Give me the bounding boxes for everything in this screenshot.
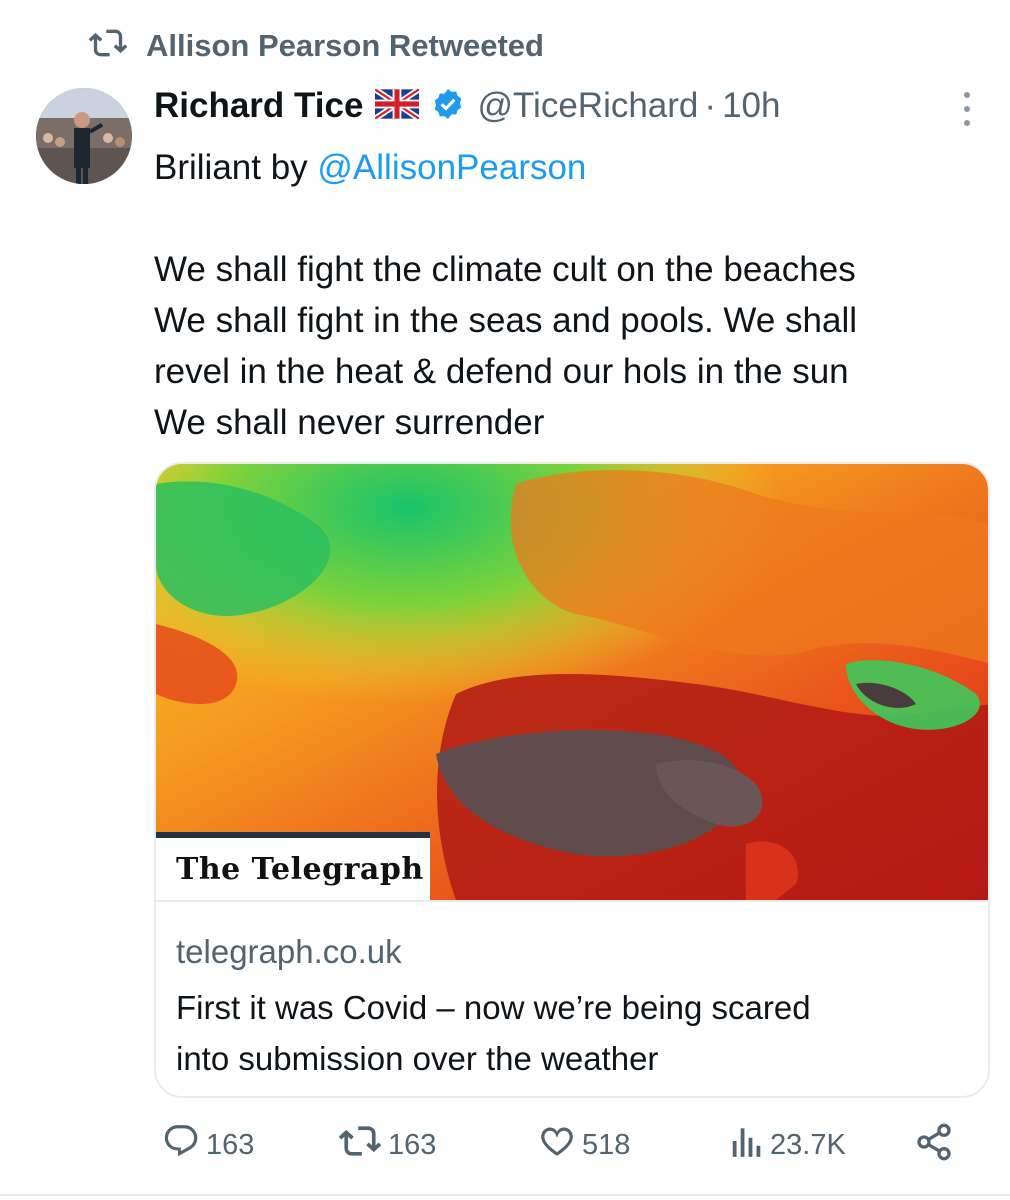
like-button[interactable]: 518 bbox=[538, 1122, 630, 1168]
tweet-time[interactable]: 10h bbox=[722, 86, 780, 126]
avatar[interactable] bbox=[36, 88, 132, 184]
tweet-line: We shall fight in the seas and pools. We… bbox=[154, 301, 857, 340]
tweet-line: revel in the heat & defend our hols in t… bbox=[154, 352, 849, 391]
more-icon[interactable] bbox=[960, 92, 974, 126]
intro-prefix: Briliant by bbox=[154, 148, 318, 187]
reply-count: 163 bbox=[206, 1128, 255, 1161]
tweet-text: Briliant by @AllisonPearson We shall fig… bbox=[154, 142, 994, 448]
retweet-context[interactable]: Allison Pearson Retweeted bbox=[88, 26, 544, 65]
author-name[interactable]: Richard Tice bbox=[154, 86, 363, 126]
card-domain: telegraph.co.uk bbox=[176, 933, 402, 970]
tweet-intro: Briliant by @AllisonPearson bbox=[154, 142, 994, 193]
separator-dot: · bbox=[704, 86, 717, 125]
like-icon bbox=[538, 1122, 576, 1168]
like-count: 518 bbox=[582, 1128, 631, 1161]
share-icon bbox=[914, 1122, 954, 1170]
divider bbox=[0, 1194, 1010, 1196]
flag-icon bbox=[373, 86, 422, 124]
author-handle[interactable]: @TiceRichard bbox=[477, 86, 698, 126]
publisher-logo-text: The Telegraph bbox=[176, 851, 424, 887]
publisher-logo: The Telegraph bbox=[156, 832, 430, 900]
mention-link[interactable]: @AllisonPearson bbox=[317, 148, 586, 187]
views-icon bbox=[730, 1122, 764, 1168]
retweet-count: 163 bbox=[388, 1128, 437, 1161]
reply-button[interactable]: 163 bbox=[162, 1122, 254, 1168]
tweet-header: Richard Tice @TiceRichard · 10h bbox=[154, 86, 780, 126]
tweet-line: We shall fight the climate cult on the b… bbox=[154, 250, 856, 289]
retweet-button[interactable]: 163 bbox=[338, 1122, 436, 1168]
retweet-icon bbox=[338, 1122, 382, 1168]
views-button[interactable]: 23.7K bbox=[730, 1122, 846, 1168]
card-title-line: First it was Covid – now we’re being sca… bbox=[176, 989, 811, 1026]
reply-icon bbox=[162, 1122, 200, 1168]
verified-icon bbox=[431, 87, 465, 126]
action-bar: 163 163 518 23.7K bbox=[162, 1122, 962, 1170]
views-count: 23.7K bbox=[770, 1128, 846, 1161]
card-title: First it was Covid – now we’re being sca… bbox=[176, 982, 972, 1084]
card-title-line: into submission over the weather bbox=[176, 1040, 659, 1077]
link-card[interactable]: The Telegraph telegraph.co.uk First it w… bbox=[154, 462, 990, 1098]
share-button[interactable] bbox=[914, 1122, 954, 1170]
retweeted-by-label: Allison Pearson Retweeted bbox=[146, 27, 544, 63]
retweet-icon bbox=[88, 26, 128, 65]
tweet-line: We shall never surrender bbox=[154, 403, 545, 442]
card-meta[interactable]: telegraph.co.uk First it was Covid – now… bbox=[156, 900, 988, 1096]
